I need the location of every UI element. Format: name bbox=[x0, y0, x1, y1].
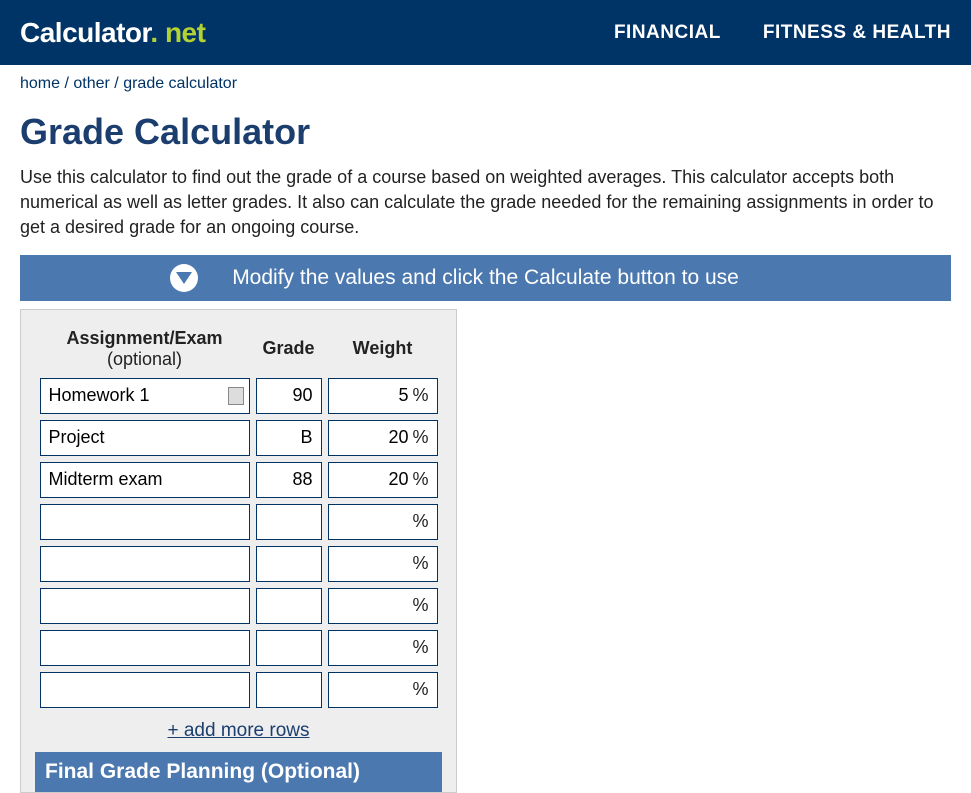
col-grade: Grade bbox=[256, 328, 322, 372]
weight-wrapper: % bbox=[328, 504, 438, 540]
weight-input[interactable] bbox=[329, 631, 413, 665]
assignment-input[interactable] bbox=[40, 546, 250, 582]
table-row: % bbox=[40, 420, 438, 456]
logo-main: Calculator bbox=[20, 17, 150, 48]
grade-input[interactable] bbox=[256, 504, 322, 540]
percent-label: % bbox=[412, 553, 428, 574]
percent-label: % bbox=[412, 511, 428, 532]
percent-label: % bbox=[412, 469, 428, 490]
assignment-input[interactable] bbox=[40, 462, 250, 498]
percent-label: % bbox=[412, 595, 428, 616]
table-row: % bbox=[40, 378, 438, 414]
percent-label: % bbox=[412, 679, 428, 700]
grade-input[interactable] bbox=[256, 462, 322, 498]
banner: Modify the values and click the Calculat… bbox=[20, 255, 951, 301]
table-row: % bbox=[40, 462, 438, 498]
assignment-input[interactable] bbox=[40, 672, 250, 708]
description: Use this calculator to find out the grad… bbox=[20, 165, 951, 241]
content: home / other / grade calculator Grade Ca… bbox=[0, 65, 971, 793]
breadcrumb: home / other / grade calculator bbox=[20, 75, 951, 93]
percent-label: % bbox=[412, 385, 428, 406]
table-row: % bbox=[40, 546, 438, 582]
table-row: % bbox=[40, 630, 438, 666]
weight-input[interactable] bbox=[329, 379, 413, 413]
logo-dot: . bbox=[150, 17, 157, 48]
table-row: % bbox=[40, 588, 438, 624]
assignment-input[interactable] bbox=[40, 378, 250, 414]
assignment-input[interactable] bbox=[40, 420, 250, 456]
weight-input[interactable] bbox=[329, 589, 413, 623]
weight-wrapper: % bbox=[328, 630, 438, 666]
breadcrumb-other[interactable]: other bbox=[73, 75, 109, 92]
logo[interactable]: Calculator. net bbox=[20, 17, 205, 49]
assignment-input[interactable] bbox=[40, 504, 250, 540]
table-row: % bbox=[40, 672, 438, 708]
nav: FINANCIAL FITNESS & HEALTH bbox=[614, 22, 951, 44]
grade-input[interactable] bbox=[256, 630, 322, 666]
grade-input[interactable] bbox=[256, 672, 322, 708]
weight-input[interactable] bbox=[329, 421, 413, 455]
add-more-rows: + add more rows bbox=[21, 720, 456, 742]
breadcrumb-current[interactable]: grade calculator bbox=[123, 75, 237, 92]
grade-table: Assignment/Exam (optional) Grade Weight … bbox=[34, 322, 444, 714]
add-more-link[interactable]: + add more rows bbox=[167, 720, 309, 741]
weight-input[interactable] bbox=[329, 505, 413, 539]
grade-input[interactable] bbox=[256, 546, 322, 582]
weight-wrapper: % bbox=[328, 420, 438, 456]
logo-net: net bbox=[165, 17, 206, 48]
page-title: Grade Calculator bbox=[20, 111, 951, 153]
header: Calculator. net FINANCIAL FITNESS & HEAL… bbox=[0, 0, 971, 65]
weight-wrapper: % bbox=[328, 672, 438, 708]
weight-wrapper: % bbox=[328, 378, 438, 414]
nav-fitness-health[interactable]: FITNESS & HEALTH bbox=[763, 22, 951, 44]
col-weight: Weight bbox=[328, 328, 438, 372]
weight-wrapper: % bbox=[328, 588, 438, 624]
autofill-icon[interactable] bbox=[228, 387, 244, 405]
percent-label: % bbox=[412, 427, 428, 448]
percent-label: % bbox=[412, 637, 428, 658]
assignment-input[interactable] bbox=[40, 588, 250, 624]
weight-wrapper: % bbox=[328, 462, 438, 498]
weight-input[interactable] bbox=[329, 463, 413, 497]
col-assignment: Assignment/Exam (optional) bbox=[40, 328, 250, 372]
final-grade-title: Final Grade Planning (Optional) bbox=[35, 752, 442, 792]
weight-input[interactable] bbox=[329, 547, 413, 581]
breadcrumb-home[interactable]: home bbox=[20, 75, 60, 92]
banner-text: Modify the values and click the Calculat… bbox=[232, 266, 739, 290]
grade-input[interactable] bbox=[256, 588, 322, 624]
grade-input[interactable] bbox=[256, 378, 322, 414]
calculator-panel: Assignment/Exam (optional) Grade Weight … bbox=[20, 309, 457, 793]
weight-wrapper: % bbox=[328, 546, 438, 582]
chevron-down-icon[interactable] bbox=[170, 264, 198, 292]
assignment-input[interactable] bbox=[40, 630, 250, 666]
grade-input[interactable] bbox=[256, 420, 322, 456]
table-row: % bbox=[40, 504, 438, 540]
breadcrumb-sep: / bbox=[114, 75, 123, 92]
nav-financial[interactable]: FINANCIAL bbox=[614, 22, 721, 44]
weight-input[interactable] bbox=[329, 673, 413, 707]
